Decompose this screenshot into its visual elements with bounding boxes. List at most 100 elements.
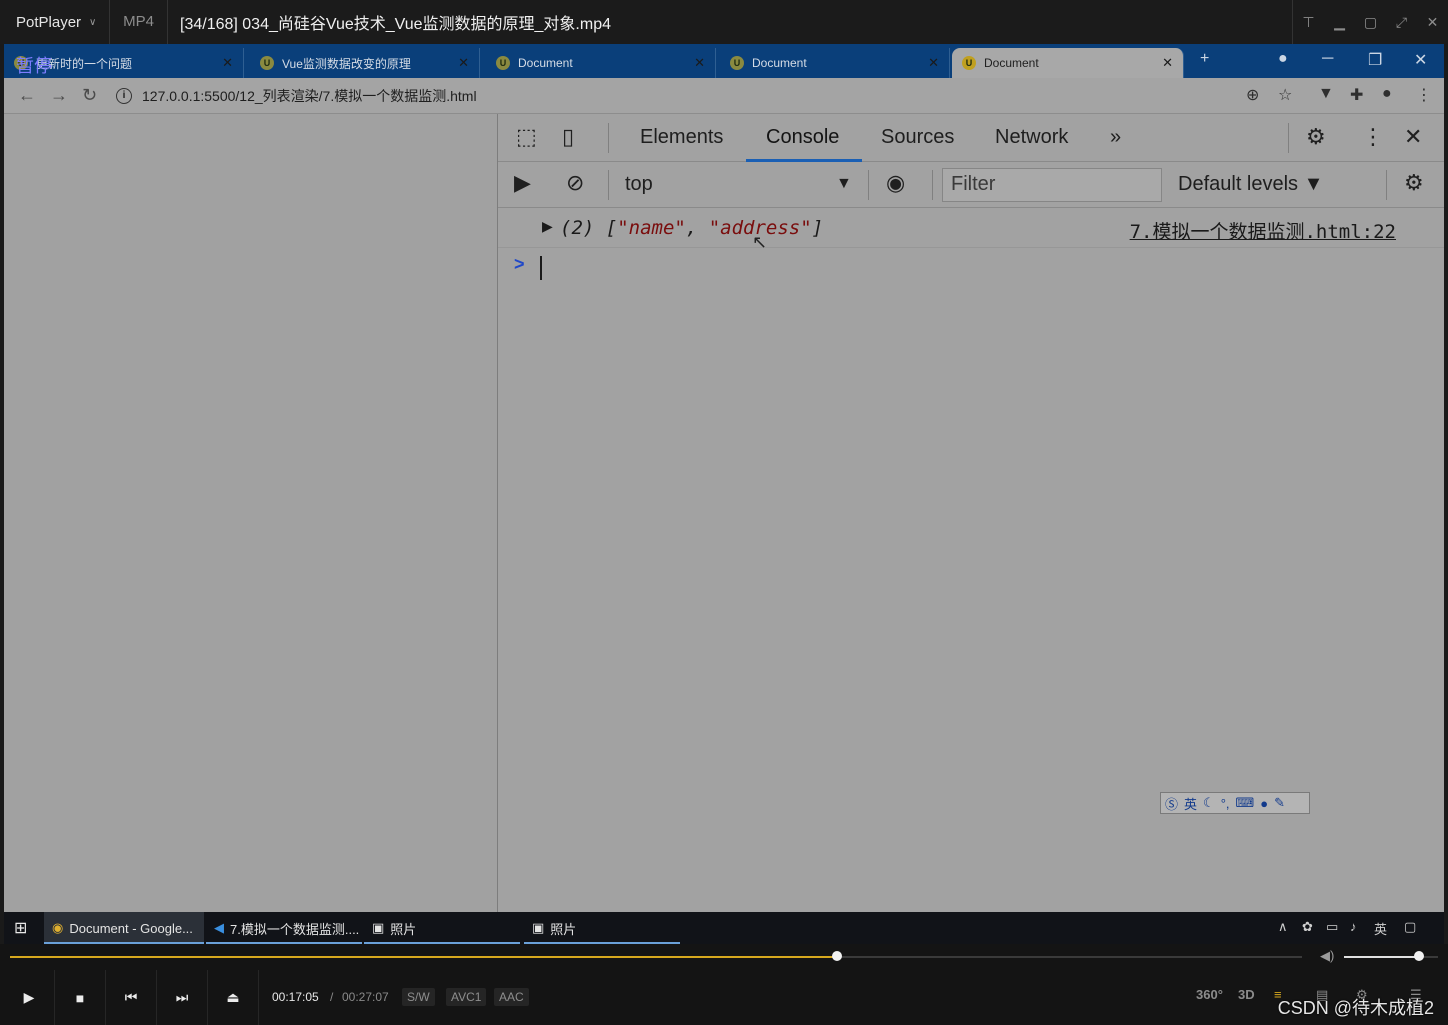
maximize-icon[interactable]: ▢ — [1355, 0, 1386, 44]
tab-console[interactable]: Console — [766, 126, 839, 149]
volume-knob[interactable] — [1414, 951, 1425, 961]
window-restore-icon[interactable]: ❐ — [1368, 50, 1382, 70]
tray-expand-icon[interactable]: ∧ — [1278, 919, 1288, 935]
context-dropdown-icon[interactable]: ▼ — [836, 175, 852, 193]
bookmark-star-icon[interactable]: ☆ — [1278, 85, 1292, 105]
inspect-element-icon[interactable]: ⬚ — [516, 124, 537, 150]
vue-favicon-icon: U — [730, 56, 744, 70]
pin-icon[interactable]: ⊤ — [1293, 0, 1324, 44]
tray-volume-icon[interactable]: ♪ — [1350, 919, 1357, 934]
new-tab-button[interactable]: + — [1200, 50, 1209, 68]
zoom-icon[interactable]: ⊕ — [1246, 85, 1259, 105]
extensions-puzzle-icon[interactable]: ✚ — [1350, 85, 1363, 105]
volume-icon[interactable]: ◀) — [1320, 948, 1334, 964]
close-icon[interactable]: ✕ — [1417, 0, 1448, 44]
windows-start-icon[interactable]: ⊞ — [14, 918, 27, 938]
console-log-row[interactable]: ▶ (2) ["name", "address"] 7.模拟一个数据监测.htm… — [498, 208, 1444, 248]
notification-icon[interactable]: ▢ — [1404, 919, 1416, 935]
tab-search-icon[interactable]: ● — [1278, 50, 1288, 68]
page-viewport[interactable] — [4, 114, 498, 912]
window-close-icon[interactable]: ✕ — [1414, 50, 1427, 70]
profile-avatar-icon[interactable]: ● — [1382, 85, 1392, 103]
forward-arrow-icon[interactable]: → — [50, 85, 68, 106]
browser-menu-icon[interactable]: ⋮ — [1416, 85, 1432, 105]
ime-toolbar[interactable]: Ⓢ 英 ☾ °, ⌨ ● ✎ — [1160, 792, 1310, 814]
tab-close-icon[interactable]: ✕ — [222, 55, 233, 71]
decoder-badge[interactable]: S/W — [402, 988, 435, 1006]
taskbar-item-chrome[interactable]: ◉ Document - Google... — [44, 912, 204, 944]
url-field[interactable]: i 127.0.0.1:5500/12_列表渲染/7.模拟一个数据监测.html — [116, 83, 1266, 109]
potplayer-window: PotPlayer ∨ MP4 [34/168] 034_尚硅谷Vue技术_Vu… — [0, 0, 1448, 1025]
stop-icon: ■ — [75, 989, 85, 1006]
devtools-settings-icon[interactable]: ⚙ — [1306, 124, 1326, 150]
ime-keyboard-icon[interactable]: ⌨ — [1236, 795, 1255, 811]
ime-wrench-icon[interactable]: ✎ — [1274, 795, 1285, 811]
tray-app-icon[interactable]: ✿ — [1302, 919, 1313, 935]
photos-icon: ▣ — [372, 920, 385, 935]
clear-console-icon[interactable]: ⊘ — [566, 170, 584, 196]
tab-network[interactable]: Network — [995, 126, 1068, 149]
tab-elements[interactable]: Elements — [640, 126, 723, 149]
browser-address-bar: ← → ↻ i 127.0.0.1:5500/12_列表渲染/7.模拟一个数据监… — [4, 78, 1444, 114]
ime-lang-label[interactable]: 英 — [1184, 794, 1197, 813]
browser-tab[interactable]: U Vue监测数据改变的原理 ✕ — [250, 48, 480, 78]
minimize-icon[interactable]: ▁ — [1324, 0, 1355, 44]
potplayer-menu-button[interactable]: PotPlayer ∨ — [0, 0, 110, 44]
next-button[interactable]: ⏭ — [157, 970, 208, 1025]
expand-triangle-icon[interactable]: ▶ — [542, 218, 553, 235]
potplayer-title-bar: PotPlayer ∨ MP4 [34/168] 034_尚硅谷Vue技术_Vu… — [0, 0, 1448, 44]
vr-360-button[interactable]: 360° — [1196, 987, 1223, 1002]
browser-tab[interactable]: U Document ✕ — [720, 48, 950, 78]
video-codec-badge[interactable]: AVC1 — [446, 988, 487, 1006]
tab-close-icon[interactable]: ✕ — [1162, 55, 1173, 71]
chrome-icon: ◉ — [52, 920, 64, 935]
photos-icon: ▣ — [532, 920, 545, 935]
tab-close-icon[interactable]: ✕ — [694, 55, 705, 71]
tab-close-icon[interactable]: ✕ — [928, 55, 939, 71]
seek-knob[interactable] — [831, 951, 842, 961]
back-arrow-icon[interactable]: ← — [18, 85, 36, 106]
video-frame[interactable]: U 更新时的一个问题 ✕ U Vue监测数据改变的原理 ✕ U Document… — [4, 44, 1444, 912]
3d-button[interactable]: 3D — [1238, 987, 1255, 1002]
tray-network-icon[interactable]: ▭ — [1326, 919, 1338, 935]
ime-punct-icon[interactable]: °, — [1221, 796, 1230, 811]
taskbar-item-label: 照片 — [550, 921, 577, 937]
pause-osd-label: 暂停 — [16, 56, 52, 77]
device-toggle-icon[interactable]: ▯ — [562, 124, 574, 150]
taskbar-item-photos[interactable]: ▣ 照片 — [364, 912, 520, 944]
devtools-close-icon[interactable]: ✕ — [1404, 124, 1422, 150]
next-icon: ⏭ — [175, 989, 189, 1005]
context-selector[interactable]: top — [625, 173, 653, 196]
live-expression-eye-icon[interactable]: ◉ — [886, 170, 905, 196]
stop-button[interactable]: ■ — [55, 970, 106, 1025]
log-levels-dropdown[interactable]: Default levels ▼ — [1178, 173, 1323, 196]
log-source-link[interactable]: 7.模拟一个数据监测.html:22 — [1130, 217, 1396, 244]
taskbar-item-label: Document - Google... — [69, 920, 193, 936]
play-button[interactable]: ▶ — [4, 970, 55, 1025]
browser-tab-active[interactable]: U Document ✕ — [952, 48, 1184, 78]
audio-codec-badge[interactable]: AAC — [494, 988, 529, 1006]
console-filter-input[interactable]: Filter — [942, 168, 1162, 202]
more-tabs-button[interactable]: » — [1110, 126, 1121, 149]
seek-track[interactable] — [10, 956, 1302, 958]
tray-lang-label[interactable]: 英 — [1374, 919, 1387, 938]
vue-devtools-extension-icon[interactable]: ▼ — [1318, 85, 1334, 103]
sidebar-toggle-icon[interactable]: ▶ — [514, 170, 531, 196]
tab-sources[interactable]: Sources — [881, 126, 954, 149]
ime-moon-icon[interactable]: ☾ — [1203, 795, 1215, 811]
ime-user-icon[interactable]: ● — [1260, 796, 1268, 811]
previous-button[interactable]: ⏮ — [106, 970, 157, 1025]
reload-icon[interactable]: ↻ — [82, 85, 97, 106]
console-input-caret[interactable] — [540, 256, 542, 280]
console-settings-icon[interactable]: ⚙ — [1404, 170, 1424, 196]
fullscreen-icon[interactable]: ⤢ — [1386, 0, 1417, 44]
devtools-menu-icon[interactable]: ⋮ — [1362, 124, 1384, 150]
browser-tab[interactable]: U Document ✕ — [486, 48, 716, 78]
window-minimize-icon[interactable]: ─ — [1322, 50, 1333, 68]
taskbar-item-vscode[interactable]: ◀ 7.模拟一个数据监测.... — [206, 912, 362, 944]
open-file-button[interactable]: ⏏ — [208, 970, 259, 1025]
taskbar-item-photos[interactable]: ▣ 照片 — [524, 912, 680, 944]
vue-favicon-icon: U — [260, 56, 274, 70]
tab-close-icon[interactable]: ✕ — [458, 55, 469, 71]
site-info-icon[interactable]: i — [116, 88, 132, 104]
